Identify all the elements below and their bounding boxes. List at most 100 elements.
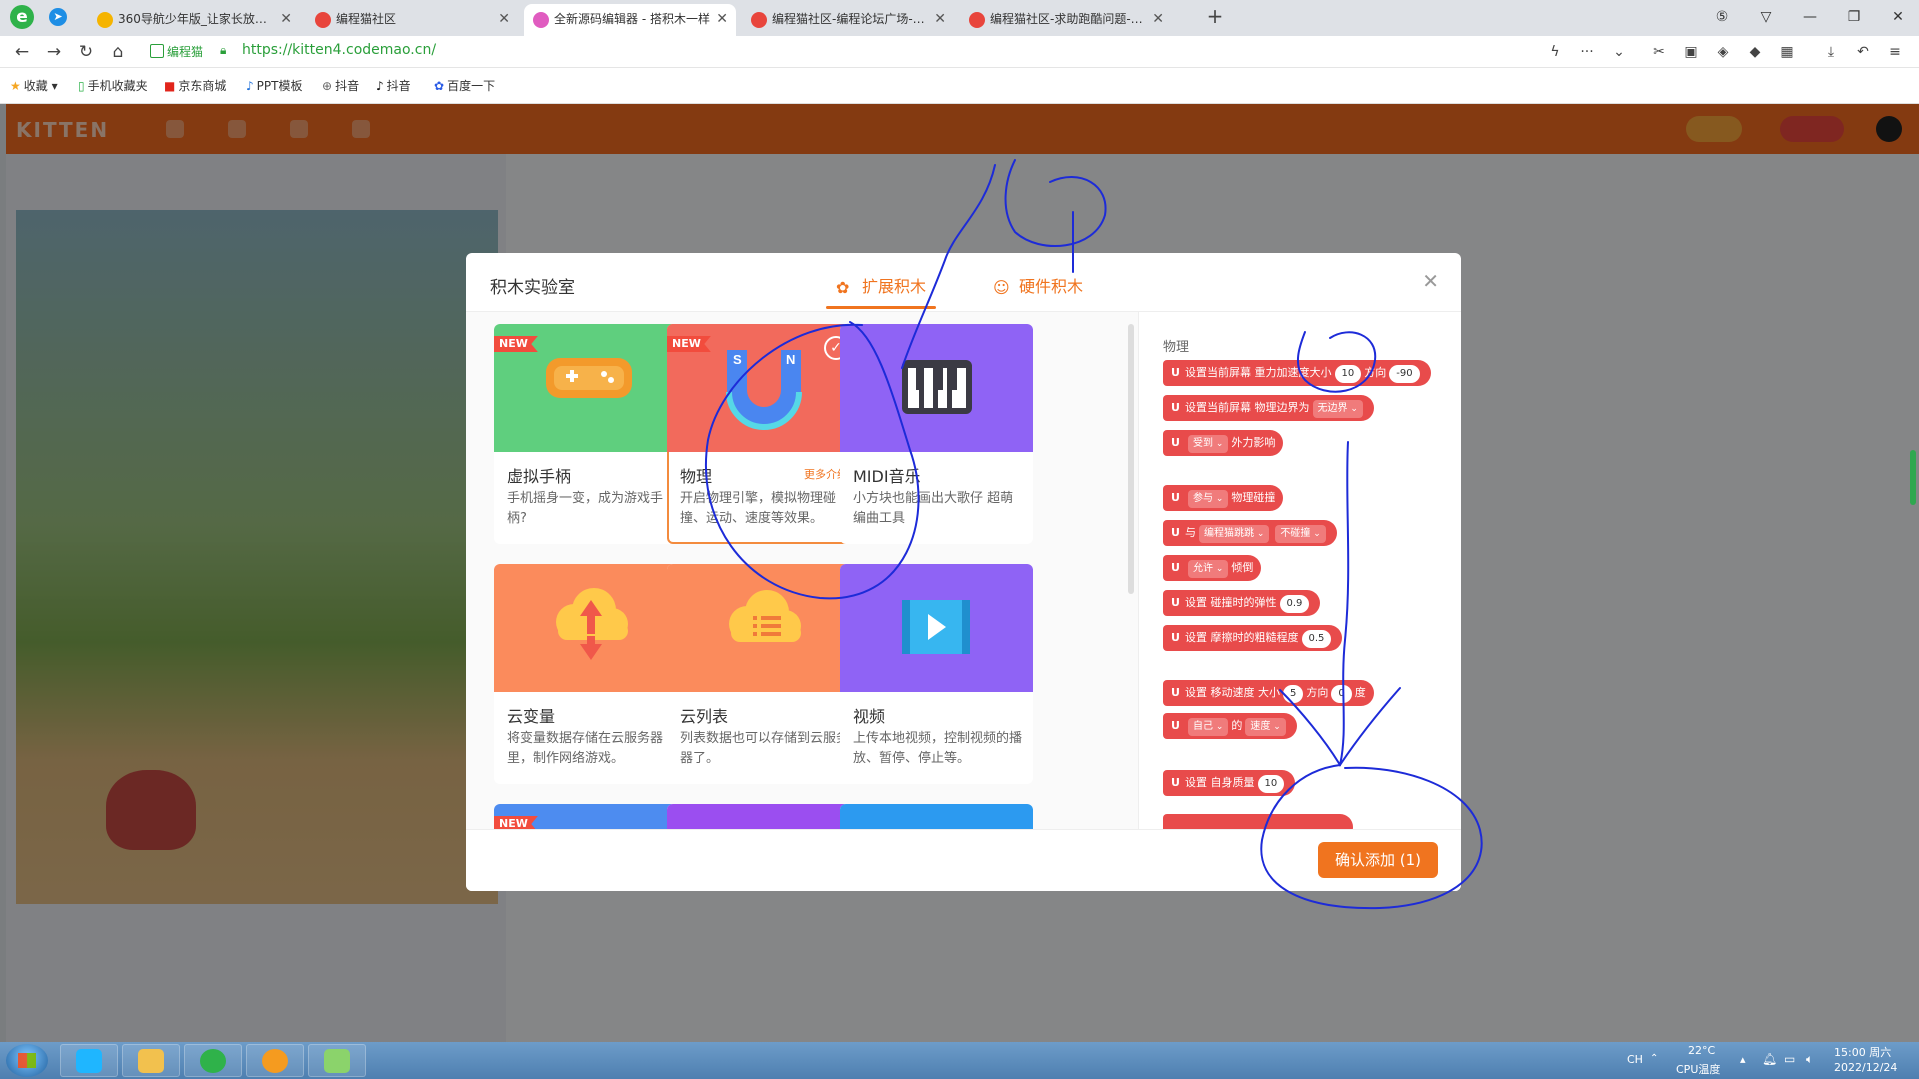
extension-card[interactable]: NEW bbox=[494, 804, 687, 829]
taskbar-app-youku[interactable] bbox=[60, 1044, 118, 1077]
tiktok-icon: ♪ bbox=[376, 79, 384, 93]
card-image bbox=[667, 804, 860, 829]
fox-icon[interactable]: ◆ bbox=[1744, 41, 1766, 63]
windows-taskbar: CH ⌃ 22°C CPU温度 ▴ 🔔︎ ▭ 🔈︎ 15:00 周六 2022/… bbox=[0, 1042, 1919, 1079]
star-icon: ★ bbox=[10, 79, 21, 93]
close-icon[interactable]: ✕ bbox=[498, 4, 510, 34]
physics-block: U允许倾倒 bbox=[1163, 555, 1262, 581]
taskbar-app-browser[interactable] bbox=[184, 1044, 242, 1077]
bookmark-item[interactable]: ♪ 抖音 bbox=[376, 77, 411, 94]
input-language[interactable]: CH bbox=[1627, 1053, 1643, 1066]
network-icon[interactable]: ▭ bbox=[1784, 1052, 1795, 1066]
scrollbar[interactable] bbox=[1128, 324, 1134, 594]
chevron-up-icon[interactable]: ⌃ bbox=[1650, 1053, 1658, 1064]
close-icon[interactable]: ✕ bbox=[934, 4, 946, 34]
close-icon[interactable]: ✕ bbox=[1152, 4, 1164, 34]
url-input[interactable]: 编程猫 🔒︎ https://kitten4.codemao.cn/ bbox=[142, 39, 1612, 65]
shield-icon[interactable]: ◈ bbox=[1712, 41, 1734, 63]
physics-block: U 设置 碰撞时的弹性 0.9 bbox=[1163, 590, 1321, 616]
clock-time[interactable]: 15:00 周六 bbox=[1834, 1044, 1891, 1060]
physics-block: U自己的速度 bbox=[1163, 713, 1297, 739]
extension-card-physics[interactable]: S N NEW ✓ 物理 更多介绍 开启物理引擎，模拟物理碰撞、运动、速度等效果… bbox=[667, 324, 860, 544]
magnet-icon: U bbox=[1171, 401, 1180, 414]
taskbar-app-player[interactable] bbox=[246, 1044, 304, 1077]
browser-tab[interactable]: 编程猫社区-求助跑酷问题-编程 ✕ bbox=[960, 4, 1172, 36]
card-title: 虚拟手柄 bbox=[507, 467, 572, 486]
card-image bbox=[840, 324, 1033, 452]
magnet-icon: U bbox=[1171, 366, 1180, 379]
confirm-add-button[interactable]: 确认添加 (1) bbox=[1318, 842, 1438, 878]
skin-icon[interactable]: ▽ bbox=[1752, 5, 1780, 29]
notification-icon[interactable]: 🔔︎ bbox=[1762, 1052, 1777, 1066]
card-description: 开启物理引擎，模拟物理碰撞、运动、速度等效果。 bbox=[680, 491, 837, 526]
site-badge: 编程猫 bbox=[150, 43, 203, 60]
bookmark-favorites[interactable]: ★ 收藏 ▾ bbox=[10, 77, 58, 94]
maximize-button[interactable]: ❐ bbox=[1840, 5, 1868, 29]
tab-hardware-blocks[interactable]: ☺ 硬件积木 bbox=[993, 273, 1083, 297]
extension-card-grid: NEW 虚拟手柄 手机摇身一变，成为游戏手柄? S N NEW ✓ 物理 更多介… bbox=[466, 312, 1138, 829]
close-icon[interactable]: ✕ bbox=[716, 4, 728, 34]
chevron-down-icon[interactable]: ⌄ bbox=[1608, 41, 1630, 63]
bookmark-item[interactable]: ■ 京东商城 bbox=[164, 77, 226, 94]
extension-card-midi[interactable]: MIDI音乐 小方块也能画出大歌仔 超萌编曲工具 bbox=[840, 324, 1033, 544]
cpu-temperature-label: CPU温度 bbox=[1676, 1063, 1721, 1076]
close-icon[interactable]: ✕ bbox=[280, 4, 292, 34]
tab-list-icon[interactable]: ⑤ bbox=[1708, 5, 1736, 29]
lock-icon: 🔒︎ bbox=[220, 43, 227, 57]
close-icon[interactable]: ✕ bbox=[1422, 269, 1439, 293]
undo-icon[interactable]: ↶ bbox=[1852, 41, 1874, 63]
lightning-icon[interactable]: ϟ bbox=[1544, 41, 1566, 63]
bookmark-item[interactable]: ⊕ 抖音 bbox=[322, 77, 359, 94]
taskbar-app-kitten[interactable] bbox=[308, 1044, 366, 1077]
browser-tab-active[interactable]: 全新源码编辑器 - 搭积木一样 ✕ bbox=[524, 4, 736, 36]
apps-grid-icon[interactable]: ▦ bbox=[1776, 41, 1798, 63]
extension-card-video[interactable]: 视频 上传本地视频，控制视频的播放、暂停、停止等。 bbox=[840, 564, 1033, 784]
extension-card-cloud-list[interactable]: 云列表 列表数据也可以存储到云服务器了。 bbox=[667, 564, 860, 784]
magnet-icon: U bbox=[1171, 561, 1180, 574]
browser-tab[interactable]: 编程猫社区-编程论坛广场-编程 ✕ bbox=[742, 4, 954, 36]
bookmark-item[interactable]: ♪ PPT模板 bbox=[246, 77, 302, 94]
forward-button[interactable]: → bbox=[42, 40, 66, 64]
back-button[interactable]: ← bbox=[10, 40, 34, 64]
clock-date[interactable]: 2022/12/24 bbox=[1834, 1061, 1897, 1074]
new-tab-button[interactable]: + bbox=[1204, 6, 1226, 28]
more-icon[interactable]: ··· bbox=[1576, 41, 1598, 63]
menu-icon[interactable]: ≡ bbox=[1884, 41, 1906, 63]
physics-block: U受到外力影响 bbox=[1163, 430, 1284, 456]
extension-card[interactable] bbox=[667, 804, 860, 829]
minimize-button[interactable]: — bbox=[1796, 5, 1824, 29]
volume-icon[interactable]: 🔈︎ bbox=[1806, 1052, 1813, 1067]
physics-block: U与编程猫跳跳不碰撞 bbox=[1163, 520, 1337, 546]
extension-card-gamepad[interactable]: NEW 虚拟手柄 手机摇身一变，成为游戏手柄? bbox=[494, 324, 687, 544]
youku-icon bbox=[76, 1049, 102, 1073]
scissors-icon[interactable]: ✂ bbox=[1648, 41, 1670, 63]
start-button[interactable] bbox=[6, 1044, 48, 1077]
magnet-icon: U bbox=[1171, 526, 1180, 539]
bookmark-item[interactable]: ▯ 手机收藏夹 bbox=[78, 77, 148, 94]
download-icon[interactable]: ⤓ bbox=[1820, 41, 1842, 63]
dialog-footer: 确认添加 (1) bbox=[466, 829, 1461, 891]
bookmark-item[interactable]: ✿ 百度一下 bbox=[434, 77, 495, 94]
card-title: 视频 bbox=[853, 707, 886, 726]
extension-icon[interactable]: ▣ bbox=[1680, 41, 1702, 63]
taskbar-app-explorer[interactable] bbox=[122, 1044, 180, 1077]
extension-card[interactable] bbox=[840, 804, 1033, 829]
tab-favicon-icon bbox=[315, 12, 331, 28]
address-bar: ← → ↻ ⌂ 编程猫 🔒︎ https://kitten4.codemao.c… bbox=[0, 36, 1919, 68]
paper-plane-icon[interactable]: ➤ bbox=[49, 8, 67, 26]
magnet-icon: U bbox=[1171, 491, 1180, 504]
card-title: MIDI音乐 bbox=[853, 467, 921, 486]
tab-extension-blocks[interactable]: ✿ 扩展积木 bbox=[825, 273, 937, 309]
browser-logo-icon[interactable]: e bbox=[10, 5, 34, 29]
browser-tab[interactable]: 360导航少年版_让家长放心， ✕ bbox=[88, 4, 300, 36]
extension-card-cloud-variable[interactable]: 云变量 将变量数据存储在云服务器里，制作网络游戏。 bbox=[494, 564, 687, 784]
url-text[interactable]: https://kitten4.codemao.cn/ bbox=[242, 42, 436, 58]
home-button[interactable]: ⌂ bbox=[106, 40, 130, 64]
cloud-list-icon bbox=[729, 590, 801, 642]
scrollbar[interactable] bbox=[1910, 450, 1916, 505]
browser-tab[interactable]: 编程猫社区 ✕ bbox=[306, 4, 518, 36]
reload-button[interactable]: ↻ bbox=[74, 40, 98, 64]
close-window-button[interactable]: ✕ bbox=[1884, 5, 1912, 29]
card-description: 将变量数据存储在云服务器里，制作网络游戏。 bbox=[507, 731, 664, 766]
tray-expand-icon[interactable]: ▴ bbox=[1740, 1053, 1746, 1066]
